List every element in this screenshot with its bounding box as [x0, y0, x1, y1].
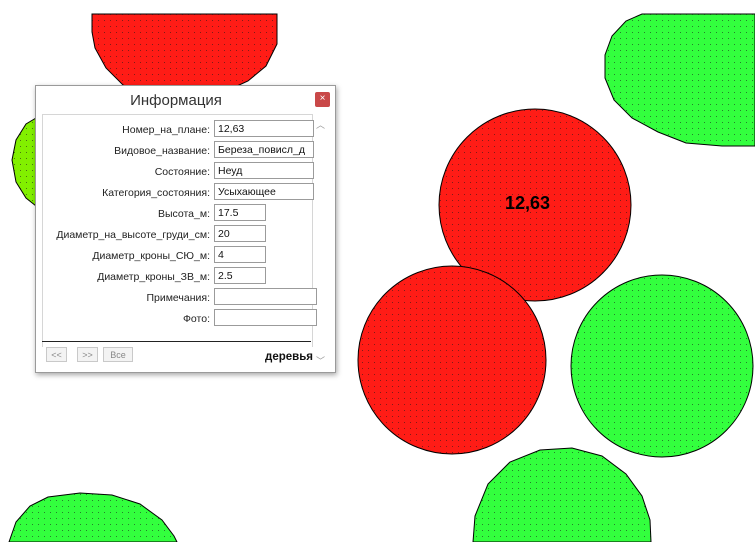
- field-value[interactable]: [214, 309, 317, 326]
- field-label: Фото:: [182, 313, 210, 325]
- tree-crown-green-right[interactable]: [570, 274, 754, 458]
- info-window[interactable]: Информация × Номер_на_плане: 12,63 Видов…: [35, 85, 336, 373]
- field-label: Диаметр_кроны_ЗВ_м:: [97, 271, 210, 283]
- scroll-down-icon[interactable]: ﹀: [316, 354, 325, 367]
- tree-number-label: 12,63: [505, 193, 551, 213]
- field-value[interactable]: 20: [214, 225, 266, 242]
- field-value[interactable]: 4: [214, 246, 266, 263]
- field-row-condition-category: Категория_состояния: Усыхающее: [43, 183, 314, 202]
- field-label: Номер_на_плане:: [122, 124, 210, 136]
- field-value[interactable]: Неуд: [214, 162, 314, 179]
- field-row-notes: Примечания:: [43, 288, 317, 307]
- layer-name: деревья: [265, 351, 313, 363]
- field-label: Примечания:: [146, 292, 210, 304]
- field-label: Диаметр_кроны_СЮ_м:: [92, 250, 210, 262]
- tree-crown-green-bottom[interactable]: [472, 447, 652, 542]
- field-row-trunk-diameter: Диаметр_на_высоте_груди_см: 20: [43, 225, 312, 244]
- field-label: Состояние:: [154, 166, 210, 178]
- field-row-photo: Фото:: [43, 309, 317, 328]
- field-label: Видовое_название:: [114, 145, 210, 157]
- attribute-fields: Номер_на_плане: 12,63 Видовое_название: …: [42, 114, 317, 347]
- field-value[interactable]: [214, 288, 317, 305]
- field-row-height: Высота_м: 17.5: [43, 204, 312, 223]
- previous-button[interactable]: <<: [46, 347, 67, 362]
- field-row-crown-ns: Диаметр_кроны_СЮ_м: 4: [43, 246, 312, 265]
- scroll-up-icon[interactable]: ︿: [316, 118, 325, 131]
- divider: [42, 341, 311, 342]
- field-label: Категория_состояния:: [102, 187, 210, 199]
- field-value[interactable]: Береза_повисл_д: [214, 141, 314, 158]
- tree-crown-green-bottom-left[interactable]: [8, 492, 178, 542]
- field-value[interactable]: 2.5: [214, 267, 266, 284]
- vertical-scrollbar[interactable]: ︿ ﹀: [313, 114, 328, 369]
- info-titlebar[interactable]: Информация ×: [36, 86, 335, 114]
- field-row-species: Видовое_название: Береза_повисл_д: [43, 141, 314, 160]
- close-icon[interactable]: ×: [315, 92, 330, 107]
- all-button[interactable]: Все: [103, 347, 133, 362]
- next-button[interactable]: >>: [77, 347, 98, 362]
- field-value[interactable]: 17.5: [214, 204, 266, 221]
- field-label: Высота_м:: [157, 208, 210, 220]
- field-row-crown-we: Диаметр_кроны_ЗВ_м: 2.5: [43, 267, 312, 286]
- field-row-plan-number: Номер_на_плане: 12,63: [43, 120, 314, 139]
- tree-crown-top-right-green[interactable]: [604, 13, 755, 147]
- field-label: Диаметр_на_высоте_груди_см:: [56, 229, 210, 241]
- field-value[interactable]: 12,63: [214, 120, 314, 137]
- info-title: Информация: [130, 92, 222, 109]
- field-row-condition: Состояние: Неуд: [43, 162, 314, 181]
- field-value[interactable]: Усыхающее: [214, 183, 314, 200]
- tree-crown-left-lime[interactable]: [11, 117, 37, 208]
- tree-crown-red-lower[interactable]: [357, 265, 547, 455]
